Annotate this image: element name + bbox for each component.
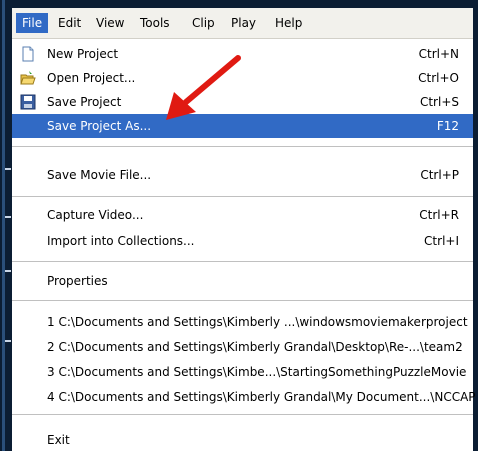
title-bar-edge (12, 0, 473, 8)
red-pointer-arrow-icon (166, 55, 241, 120)
menu-item-label: Exit (47, 433, 70, 447)
menu-item-recent-4[interactable]: 4 C:\Documents and Settings\Kimberly Gra… (12, 385, 476, 409)
menu-item-import-into-collections[interactable]: Import into Collections... Ctrl+I (12, 229, 473, 253)
menu-item-shortcut: Ctrl+P (420, 168, 459, 182)
menu-item-shortcut: Ctrl+N (418, 47, 459, 61)
menu-item-shortcut: Ctrl+I (424, 234, 459, 248)
menu-item-shortcut: Ctrl+R (419, 208, 459, 222)
menu-item-label: Save Project As... (47, 119, 152, 133)
window-frame-right (473, 0, 478, 451)
menu-item-capture-video[interactable]: Capture Video... Ctrl+R (12, 203, 473, 227)
menu-separator (12, 300, 473, 301)
menu-item-label: 3 C:\Documents and Settings\Kimbe...\Sta… (47, 365, 467, 379)
menu-item-label: 2 C:\Documents and Settings\Kimberly Gra… (47, 340, 463, 354)
menu-item-label: 4 C:\Documents and Settings\Kimberly Gra… (47, 390, 476, 404)
menu-item-label: Properties (47, 274, 108, 288)
save-disk-icon (20, 94, 36, 110)
menu-bar: File Edit View Tools Clip Play Help (12, 8, 473, 39)
menu-help[interactable]: Help (269, 13, 308, 33)
menu-item-shortcut: F12 (436, 119, 459, 133)
menu-item-recent-2[interactable]: 2 C:\Documents and Settings\Kimberly Gra… (12, 335, 473, 359)
menu-item-label: Save Project (47, 95, 122, 109)
menu-file[interactable]: File (16, 13, 49, 33)
menu-clip[interactable]: Clip (186, 13, 221, 33)
menu-item-label: New Project (47, 47, 119, 61)
menu-item-label: 1 C:\Documents and Settings\Kimberly ...… (47, 315, 468, 329)
menu-separator (12, 261, 473, 262)
menu-item-exit[interactable]: Exit (12, 428, 473, 452)
menu-item-label: Capture Video... (47, 208, 144, 222)
menu-item-shortcut: Ctrl+S (419, 95, 459, 109)
open-folder-icon (20, 70, 36, 86)
menu-item-recent-1[interactable]: 1 C:\Documents and Settings\Kimberly ...… (12, 310, 473, 334)
menu-item-label: Open Project... (47, 71, 136, 85)
menu-separator (12, 414, 473, 415)
new-document-icon (20, 46, 36, 62)
menu-tools[interactable]: Tools (134, 13, 176, 33)
menu-item-label: Import into Collections... (47, 234, 195, 248)
menu-item-properties[interactable]: Properties (12, 269, 473, 293)
menu-view[interactable]: View (90, 13, 130, 33)
menu-edit[interactable]: Edit (52, 13, 87, 33)
menu-separator (12, 196, 473, 197)
menu-item-recent-3[interactable]: 3 C:\Documents and Settings\Kimbe...\Sta… (12, 360, 473, 384)
menu-separator (12, 146, 473, 147)
menu-play[interactable]: Play (225, 13, 262, 33)
menu-item-shortcut: Ctrl+O (418, 71, 459, 85)
menu-item-save-movie-file[interactable]: Save Movie File... Ctrl+P (12, 163, 473, 187)
window-frame-left (0, 0, 12, 451)
menu-item-label: Save Movie File... (47, 168, 152, 182)
